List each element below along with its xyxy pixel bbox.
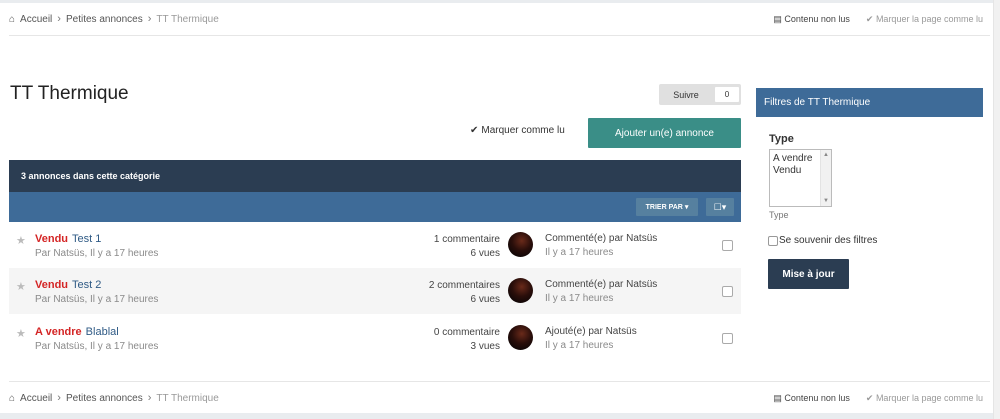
row-checkbox[interactable]	[722, 333, 733, 344]
list-item: ★ Vendu Test 1 Par Natsüs, Il y a 17 heur…	[9, 222, 741, 268]
checkbox-icon[interactable]	[768, 235, 778, 246]
last-activity-time: Il y a 17 heures	[545, 247, 614, 258]
last-activity-action: Ajouté(e) par Natsüs	[545, 326, 637, 337]
page-title: TT Thermique	[10, 83, 129, 104]
add-listing-button[interactable]: Ajouter un(e) annonce	[588, 118, 741, 148]
follow-button[interactable]: Suivre 0	[659, 84, 741, 105]
listing-title[interactable]: Vendu Test 2	[35, 279, 101, 291]
breadcrumb-current: TT Thermique	[156, 392, 219, 404]
mark-page-read-label: Marquer la page comme lu	[875, 13, 983, 24]
breadcrumb-top: ⌂ Accueil › Petites annonces › TT Thermi…	[9, 11, 219, 27]
type-hint: Type	[769, 210, 789, 220]
star-icon[interactable]: ★	[16, 280, 26, 293]
unread-content-link[interactable]: ▤ Contenu non lus	[773, 393, 850, 404]
listing-meta: Par Natsüs, Il y a 17 heures	[35, 248, 159, 259]
breadcrumb-level1[interactable]: Petites annonces	[66, 393, 143, 404]
comment-count: 1 commentaire	[433, 234, 500, 245]
listing-prefix: Vendu	[35, 233, 69, 245]
listing-stats: 1 commentaire 6 vues	[434, 233, 500, 261]
comment-count: 2 commentaires	[428, 280, 500, 291]
comment-count: 0 commentaire	[433, 327, 500, 338]
sort-label: TRIER PAR	[645, 203, 683, 211]
listing-meta: Par Natsüs, Il y a 17 heures	[35, 341, 159, 352]
mark-read-link[interactable]: ✔ Marquer comme lu	[470, 125, 565, 136]
list-toolbar	[9, 192, 741, 222]
sort-button[interactable]: TRIER PAR ▾	[636, 198, 698, 216]
follow-label: Suivre	[673, 89, 699, 100]
listing-name[interactable]: Test 2	[72, 279, 101, 291]
listing-name[interactable]: Test 1	[72, 233, 101, 245]
last-activity-time: Il y a 17 heures	[545, 340, 614, 351]
type-select[interactable]: A vendre Vendu ▲ ▼	[769, 149, 832, 207]
list-item: ★ A vendre Blablal Par Natsüs, Il y a 17 …	[9, 315, 741, 361]
list-header: 3 annonces dans cette catégorie	[9, 160, 741, 192]
scroll-down-icon[interactable]: ▼	[823, 198, 829, 204]
remember-filters-checkbox[interactable]: Se souvenir des filtres	[768, 235, 877, 246]
caret-down-icon: ▾	[684, 204, 689, 211]
last-activity-action: Commenté(e) par Natsüs	[545, 233, 658, 244]
home-icon[interactable]: ⌂	[9, 393, 15, 404]
last-activity: Ajouté(e) par Natsüs Il y a 17 heures	[545, 325, 637, 353]
avatar[interactable]	[508, 325, 533, 350]
listing-title[interactable]: Vendu Test 1	[35, 233, 101, 245]
view-count: 6 vues	[470, 248, 500, 259]
breadcrumb-bottom: ⌂ Accueil › Petites annonces › TT Thermi…	[9, 390, 219, 406]
breadcrumb-current: TT Thermique	[156, 13, 219, 25]
star-icon[interactable]: ★	[16, 327, 26, 340]
page: ⌂ Accueil › Petites annonces › TT Thermi…	[0, 0, 993, 413]
home-icon[interactable]: ⌂	[9, 14, 15, 25]
view-count: 6 vues	[470, 294, 500, 305]
mark-page-read-link[interactable]: ✔ Marquer la page comme lu	[866, 393, 983, 404]
breadcrumb-actions-bottom: ▤ Contenu non lus ✔ Marquer la page comm…	[773, 390, 983, 406]
breadcrumb-level1[interactable]: Petites annonces	[66, 14, 143, 25]
listing-meta: Par Natsüs, Il y a 17 heures	[35, 294, 159, 305]
avatar[interactable]	[508, 278, 533, 303]
filters-header: Filtres de TT Thermique	[756, 88, 983, 117]
mark-page-read-link[interactable]: ✔ Marquer la page comme lu	[866, 14, 983, 25]
scroll-up-icon[interactable]: ▲	[823, 152, 829, 158]
caret-down-icon: ▾	[721, 201, 727, 212]
avatar[interactable]	[508, 232, 533, 257]
breadcrumb-actions-top: ▤ Contenu non lus ✔ Marquer la page comm…	[773, 11, 983, 27]
listing-title[interactable]: A vendre Blablal	[35, 326, 119, 338]
unread-content-link[interactable]: ▤ Contenu non lus	[773, 14, 850, 25]
divider	[9, 35, 990, 36]
check-icon: ✔	[470, 125, 479, 136]
remember-filters-label: Se souvenir des filtres	[779, 235, 878, 246]
row-checkbox[interactable]	[722, 286, 733, 297]
top-border	[0, 0, 993, 3]
last-activity-time: Il y a 17 heures	[545, 293, 614, 304]
chevron-right-icon: ›	[57, 392, 61, 404]
listing-stats: 0 commentaire 3 vues	[434, 326, 500, 354]
listing-prefix: A vendre	[35, 326, 82, 338]
list-item: ★ Vendu Test 2 Par Natsüs, Il y a 17 heur…	[9, 268, 741, 314]
last-activity: Commenté(e) par Natsüs Il y a 17 heures	[545, 232, 657, 260]
divider	[9, 381, 990, 382]
unread-content-label: Contenu non lus	[784, 13, 850, 24]
apply-filters-button[interactable]: Mise à jour	[768, 259, 849, 289]
chevron-right-icon: ›	[147, 13, 152, 25]
row-checkbox[interactable]	[722, 240, 733, 251]
follow-count: 0	[715, 87, 739, 102]
mark-page-read-label: Marquer la page comme lu	[875, 392, 983, 403]
checkbox-icon: ☐	[713, 201, 722, 212]
chevron-right-icon: ›	[57, 13, 61, 25]
mark-read-label: Marquer comme lu	[481, 125, 565, 136]
view-count: 3 vues	[470, 341, 500, 352]
last-activity: Commenté(e) par Natsüs Il y a 17 heures	[545, 278, 657, 306]
listing-prefix: Vendu	[35, 279, 69, 291]
page-scrollbar[interactable]	[993, 0, 1000, 419]
breadcrumb-home[interactable]: Accueil	[20, 14, 52, 25]
star-icon[interactable]: ★	[16, 234, 26, 247]
listing-name[interactable]: Blablal	[86, 326, 119, 338]
chevron-right-icon: ›	[147, 392, 152, 404]
breadcrumb-home[interactable]: Accueil	[20, 393, 52, 404]
listbox-scrollbar[interactable]: ▲ ▼	[820, 150, 831, 206]
type-label: Type	[769, 133, 794, 145]
select-all-button[interactable]: ☐ ▾	[706, 198, 734, 216]
listing-stats: 2 commentaires 6 vues	[429, 279, 500, 307]
last-activity-action: Commenté(e) par Natsüs	[545, 279, 658, 290]
unread-content-label: Contenu non lus	[784, 392, 850, 403]
